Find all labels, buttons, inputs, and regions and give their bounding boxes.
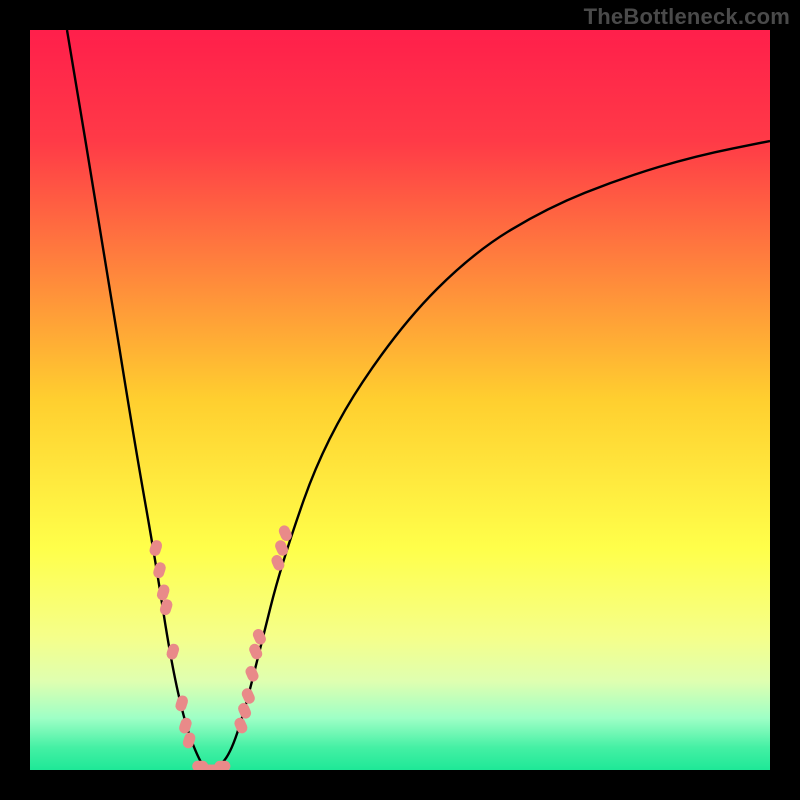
data-marker	[214, 761, 230, 770]
data-marker	[148, 539, 163, 558]
data-marker	[244, 664, 261, 683]
bottleneck-curve	[30, 30, 770, 770]
data-marker	[178, 716, 193, 735]
data-marker	[174, 694, 189, 713]
data-marker	[165, 642, 180, 661]
data-marker	[155, 583, 170, 602]
chart-frame: TheBottleneck.com	[0, 0, 800, 800]
watermark-text: TheBottleneck.com	[584, 4, 790, 30]
data-marker	[233, 716, 250, 735]
data-marker	[236, 701, 253, 720]
plot-area	[30, 30, 770, 770]
data-marker	[270, 553, 287, 572]
data-marker	[273, 538, 290, 557]
data-marker	[152, 561, 167, 580]
data-marker	[240, 686, 257, 705]
data-markers	[148, 524, 293, 770]
